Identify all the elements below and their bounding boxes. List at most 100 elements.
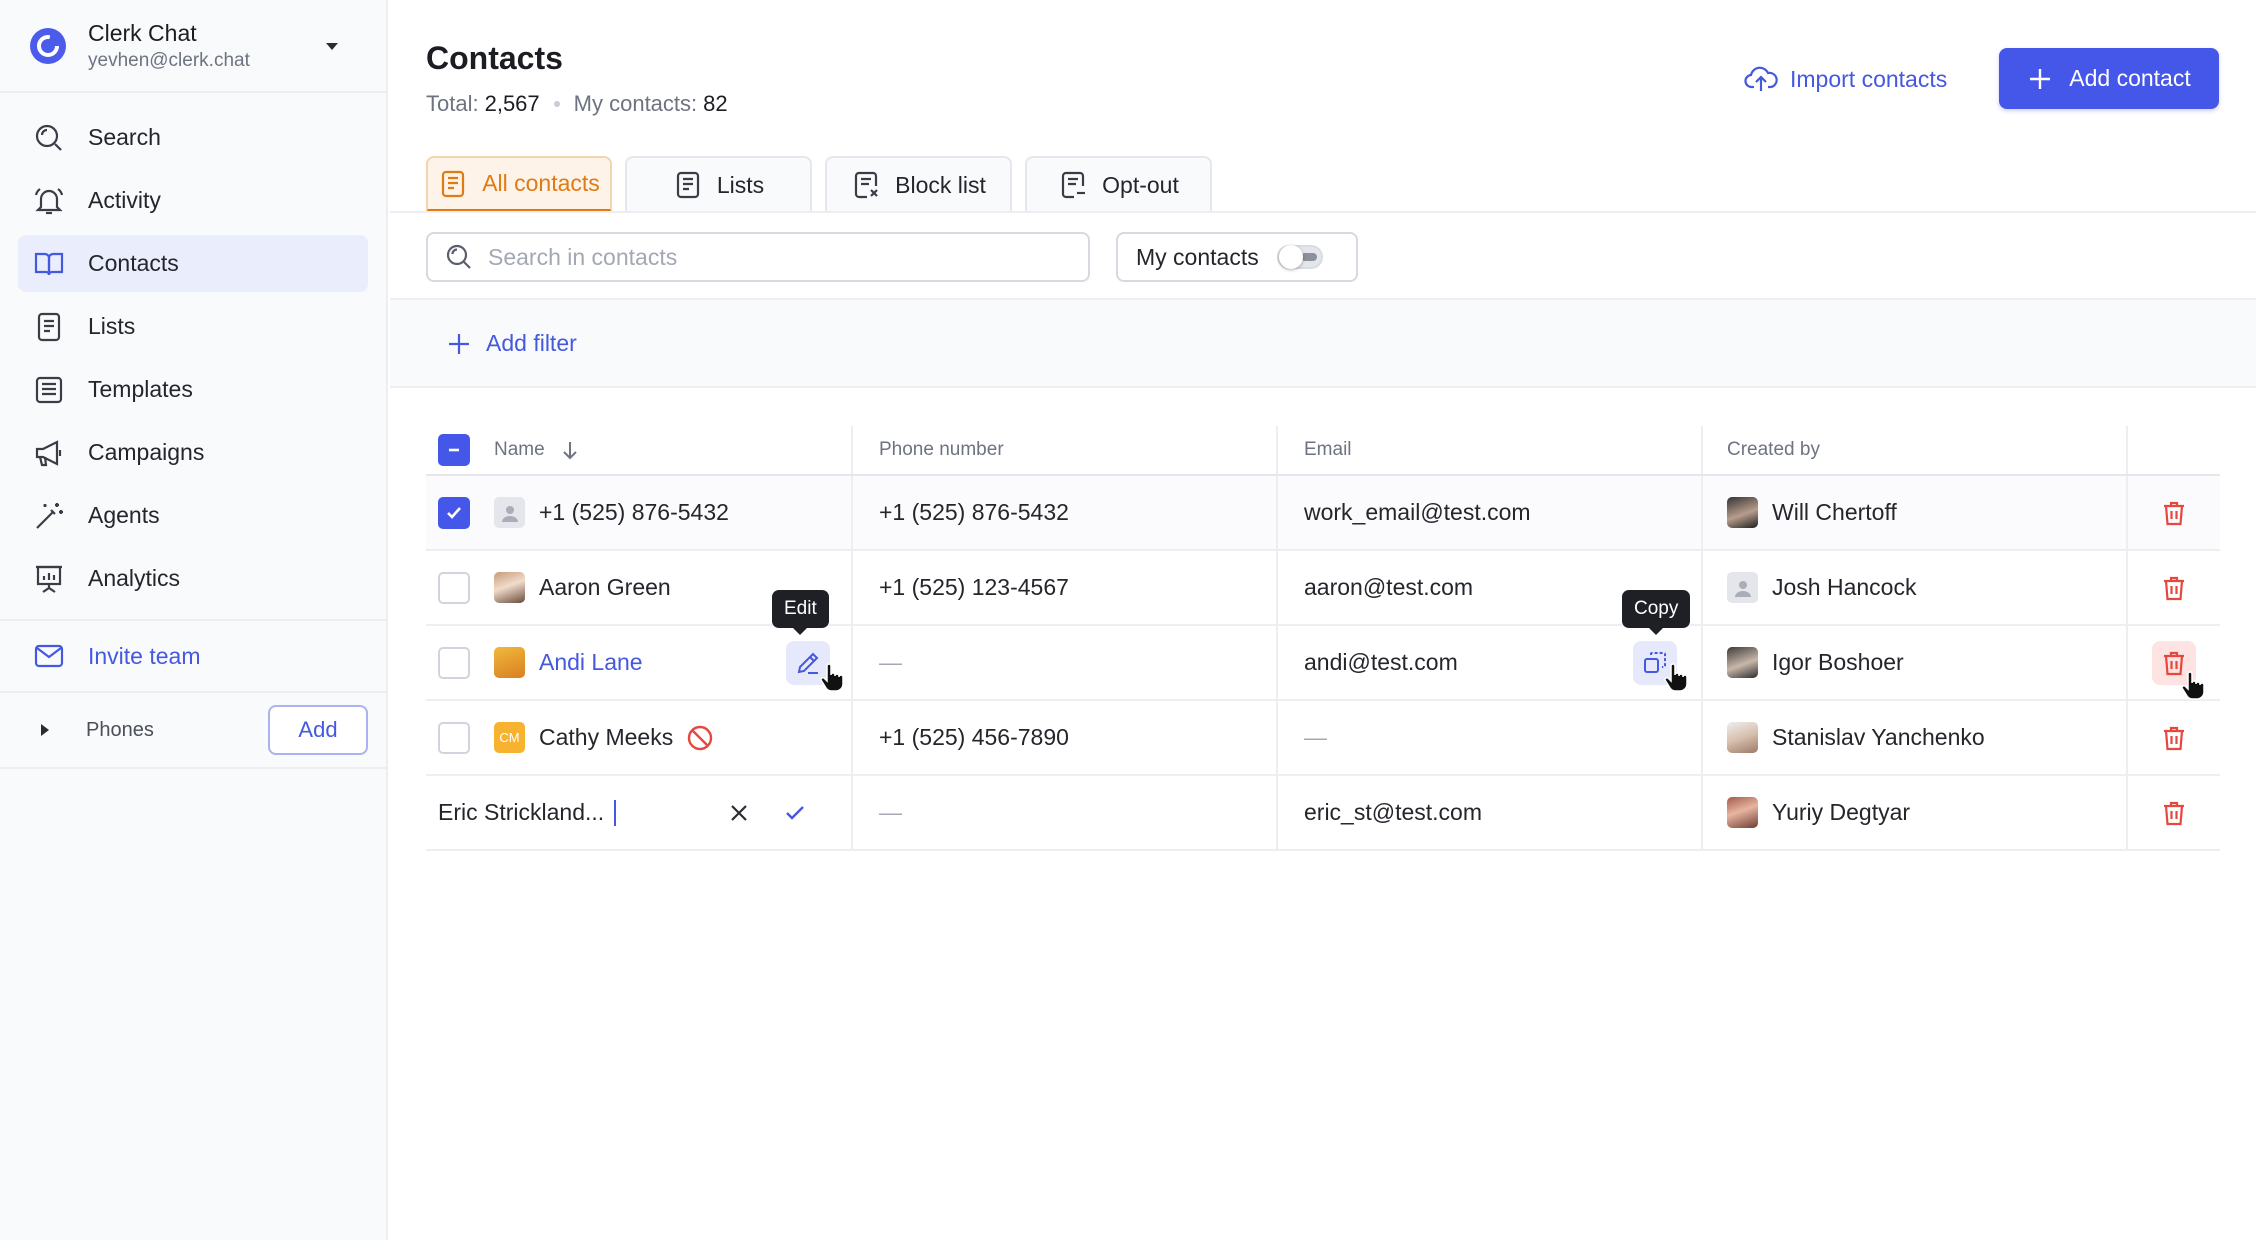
cell-email: —	[1276, 701, 1701, 774]
avatar	[1727, 797, 1758, 828]
trash-icon	[2164, 726, 2184, 750]
sort-arrow-down-icon[interactable]	[559, 439, 581, 461]
contact-name[interactable]: Cathy Meeks	[539, 724, 673, 751]
delete-button[interactable]	[2152, 566, 2196, 610]
nav-item-campaigns[interactable]: Campaigns	[18, 424, 368, 481]
column-header-email[interactable]: Email	[1276, 426, 1701, 474]
tab-opt-out[interactable]: Opt-out	[1025, 156, 1212, 212]
nav-item-lists[interactable]: Lists	[18, 298, 368, 355]
cell-created-by: Will Chertoff	[1701, 476, 2126, 549]
import-contacts-label: Import contacts	[1790, 65, 1948, 92]
row-checkbox[interactable]	[438, 571, 470, 604]
nav-item-search[interactable]: Search	[18, 109, 368, 166]
nav-item-agents[interactable]: Agents	[18, 487, 368, 544]
sidebar: Clerk Chat yevhen@clerk.chat Search Acti…	[0, 0, 388, 1240]
cloud-upload-icon	[1744, 66, 1778, 91]
nav-item-analytics[interactable]: Analytics	[18, 550, 368, 607]
nav-item-label: Contacts	[88, 250, 179, 276]
avatar	[494, 647, 525, 678]
page-title: Contacts	[426, 40, 563, 76]
tab-label: Block list	[895, 171, 986, 198]
contact-name-link[interactable]: Andi Lane	[539, 649, 643, 676]
nav-item-label: Agents	[88, 502, 160, 528]
nav-item-contacts[interactable]: Contacts	[18, 235, 368, 292]
my-contacts-toggle-box[interactable]: My contacts	[1116, 232, 1358, 282]
contact-phone: +1 (525) 123-4567	[879, 574, 1069, 600]
select-all-checkbox[interactable]	[438, 434, 470, 466]
main-nav: Search Activity Contacts Lists Templates…	[0, 93, 386, 607]
avatar-placeholder-icon	[1727, 572, 1758, 603]
book-icon	[34, 252, 64, 275]
table-row[interactable]: Aaron Green +1 (525) 123-4567 aaron@test…	[426, 551, 2220, 626]
confirm-edit-icon[interactable]	[782, 800, 808, 826]
cancel-edit-icon[interactable]	[726, 800, 752, 826]
nav-item-label: Campaigns	[88, 439, 205, 465]
total-label: Total:	[426, 91, 479, 116]
tab-all-contacts[interactable]: All contacts	[426, 156, 612, 212]
row-checkbox[interactable]	[438, 646, 470, 679]
column-header-phone[interactable]: Phone number	[851, 426, 1276, 474]
contact-name[interactable]: Aaron Green	[539, 574, 671, 601]
column-label: Phone number	[879, 439, 1004, 460]
hand-cursor-icon	[1664, 663, 1688, 692]
delete-button[interactable]	[2152, 640, 2205, 700]
my-contacts-toggle-label: My contacts	[1136, 243, 1259, 270]
table-header: Name Phone number Email Created by	[426, 426, 2220, 476]
contacts-tabs: All contacts Lists Block list Opt-out	[426, 156, 1225, 212]
cell-actions	[2126, 626, 2220, 700]
nav-item-templates[interactable]: Templates	[18, 361, 368, 418]
add-filter-label: Add filter	[486, 330, 577, 356]
check-icon	[447, 506, 461, 519]
contact-email: andi@test.com	[1304, 649, 1458, 675]
trash-icon	[2164, 501, 2184, 525]
tab-block-list[interactable]: Block list	[825, 156, 1012, 212]
delete-button[interactable]	[2152, 491, 2196, 535]
separator-dot	[553, 101, 560, 107]
toggle-track-indicator	[1300, 253, 1317, 261]
row-checkbox[interactable]	[438, 721, 470, 754]
magic-wand-icon	[36, 502, 63, 529]
table-row-editing[interactable]: Eric Strickland... — eric_st@test.com Yu…	[426, 776, 2220, 851]
name-edit-field[interactable]: Eric Strickland...	[438, 799, 617, 826]
column-header-name[interactable]: Name	[426, 426, 851, 474]
cell-phone: +1 (525) 123-4567	[851, 551, 1276, 624]
import-contacts-button[interactable]: Import contacts	[1744, 56, 1947, 102]
tab-lists[interactable]: Lists	[625, 156, 812, 212]
list-icon	[676, 171, 699, 199]
nav-item-label: Search	[88, 124, 161, 150]
search-icon	[35, 124, 62, 151]
invite-team-link[interactable]: Invite team	[0, 621, 386, 693]
contact-name[interactable]: +1 (525) 876-5432	[539, 499, 729, 526]
contact-phone-empty: —	[879, 799, 902, 825]
presentation-chart-icon	[36, 565, 62, 593]
name-edit-value: Eric Strickland...	[438, 799, 605, 825]
nav-item-activity[interactable]: Activity	[18, 172, 368, 229]
my-contacts-label: My contacts:	[573, 91, 698, 116]
delete-button[interactable]	[2152, 716, 2196, 760]
table-row[interactable]: Andi Lane Edit — andi@test.com Copy Igor…	[426, 590, 2220, 701]
toggle-knob	[1278, 245, 1303, 269]
megaphone-icon	[35, 439, 62, 466]
row-checkbox[interactable]	[438, 496, 470, 529]
caret-down-icon[interactable]	[318, 32, 346, 60]
account-switcher[interactable]: Clerk Chat yevhen@clerk.chat	[0, 0, 386, 93]
search-input[interactable]	[488, 243, 1072, 271]
add-contact-button[interactable]: Add contact	[1999, 48, 2219, 109]
nav-item-label: Analytics	[88, 565, 181, 591]
add-phone-button[interactable]: Add	[268, 705, 368, 755]
cell-name: CM Cathy Meeks	[426, 701, 851, 774]
add-filter-button[interactable]: Add filter	[446, 330, 577, 357]
tab-label: All contacts	[482, 170, 600, 196]
clerk-logo-icon	[30, 27, 66, 64]
cell-created-by: Igor Boshoer	[1701, 626, 2126, 699]
opt-out-icon	[1062, 171, 1086, 199]
my-contacts-toggle[interactable]	[1276, 245, 1323, 269]
table-row[interactable]: CM Cathy Meeks +1 (525) 456-7890 — Stani…	[426, 701, 2220, 776]
creator-name: Stanislav Yanchenko	[1772, 724, 1985, 750]
contacts-search[interactable]	[426, 232, 1090, 282]
account-name: Clerk Chat	[88, 19, 197, 46]
delete-button[interactable]	[2152, 791, 2196, 835]
caret-right-icon[interactable]	[38, 723, 52, 737]
table-row[interactable]: +1 (525) 876-5432 +1 (525) 876-5432 work…	[426, 476, 2220, 551]
column-header-created-by[interactable]: Created by	[1701, 426, 2126, 474]
